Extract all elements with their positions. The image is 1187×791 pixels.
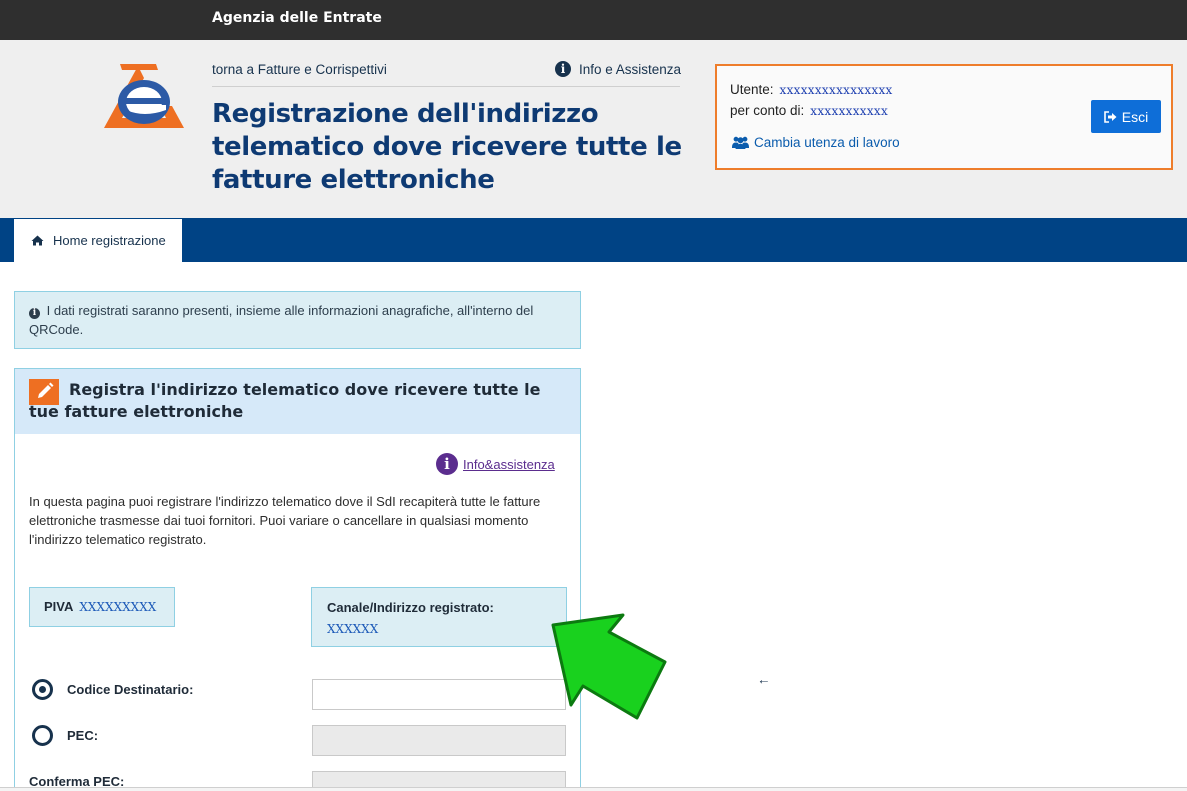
info-icon: i xyxy=(436,453,458,475)
alert-text: I dati registrati saranno presenti, insi… xyxy=(29,303,534,337)
sign-out-icon xyxy=(1103,110,1117,123)
agenzia-entrate-logo xyxy=(104,64,184,128)
page-title: Registrazione dell'indirizzo telematico … xyxy=(212,99,682,195)
top-bar: Agenzia delle Entrate xyxy=(0,0,1187,40)
pec-label: PEC: xyxy=(67,728,99,743)
user-box: Utente: xxxxxxxxxxxxxxxx per conto di: xxx… xyxy=(715,64,1173,170)
info-icon: i xyxy=(555,61,571,77)
logout-button[interactable]: Esci xyxy=(1091,100,1161,133)
switch-user-label: Cambia utenza di lavoro xyxy=(754,135,900,150)
back-link[interactable]: ← torna a Fatture e Corrispettivi xyxy=(212,62,771,687)
piva-label: PIVA xyxy=(44,599,74,614)
on-behalf-label: per conto di: xyxy=(730,103,805,118)
codice-destinatario-input[interactable] xyxy=(312,679,566,710)
pec-input[interactable] xyxy=(312,725,566,756)
user-row: Utente: xxxxxxxxxxxxxxxx xyxy=(730,82,893,97)
switch-user-link[interactable]: Cambia utenza di lavoro xyxy=(732,135,900,150)
brand-name: Agenzia delle Entrate xyxy=(212,10,382,26)
registered-channel-label: Canale/Indirizzo registrato: xyxy=(327,600,494,615)
green-arrow-icon xyxy=(551,613,667,720)
user-label: Utente: xyxy=(730,82,774,97)
on-behalf-row: per conto di: xxxxxxxxxxx xyxy=(730,103,888,118)
piva-box: PIVA XXXXXXXXX xyxy=(29,587,175,627)
on-behalf-value: xxxxxxxxxxx xyxy=(810,104,889,118)
arrow-left-icon: ← xyxy=(757,672,771,687)
info-circle-icon: i xyxy=(29,308,40,319)
page-header: ← torna a Fatture e Corrispettivi i Info … xyxy=(0,40,1187,687)
registration-panel: Registra l'indirizzo telematico dove ric… xyxy=(14,368,581,791)
info-assistenza-label: Info&assistenza xyxy=(463,456,555,472)
info-assistance-link[interactable]: i Info e Assistenza xyxy=(555,61,681,77)
main-navbar: Home registrazione xyxy=(0,218,1187,262)
tab-home-registrazione[interactable]: Home registrazione xyxy=(14,219,182,262)
header-divider xyxy=(212,86,680,87)
panel-description: In questa pagina puoi registrare l'indir… xyxy=(29,494,541,547)
registered-channel-value: XXXXXX xyxy=(327,622,379,636)
users-icon xyxy=(732,136,749,149)
bottom-edge xyxy=(0,787,1187,791)
logout-label: Esci xyxy=(1121,108,1149,125)
piva-value: XXXXXXXXX xyxy=(79,600,157,614)
panel-header: Registra l'indirizzo telematico dove ric… xyxy=(15,369,580,434)
codice-destinatario-label: Codice Destinatario: xyxy=(67,682,194,697)
info-assistenza-link[interactable]: i Info&assistenza xyxy=(436,453,555,475)
registered-channel-box: Canale/Indirizzo registrato: XXXXXX xyxy=(311,587,567,647)
pec-radio[interactable] xyxy=(32,725,53,746)
info-assistance-label: Info e Assistenza xyxy=(579,61,682,77)
panel-title: Registra l'indirizzo telematico dove ric… xyxy=(29,380,541,421)
tab-home-label: Home registrazione xyxy=(53,233,166,248)
home-icon xyxy=(31,235,44,246)
info-alert: i I dati registrati saranno presenti, in… xyxy=(14,291,581,349)
back-link-label: torna a Fatture e Corrispettivi xyxy=(212,62,387,77)
pencil-icon xyxy=(29,379,59,405)
codice-destinatario-radio[interactable] xyxy=(32,679,53,700)
user-value: xxxxxxxxxxxxxxxx xyxy=(779,83,893,97)
